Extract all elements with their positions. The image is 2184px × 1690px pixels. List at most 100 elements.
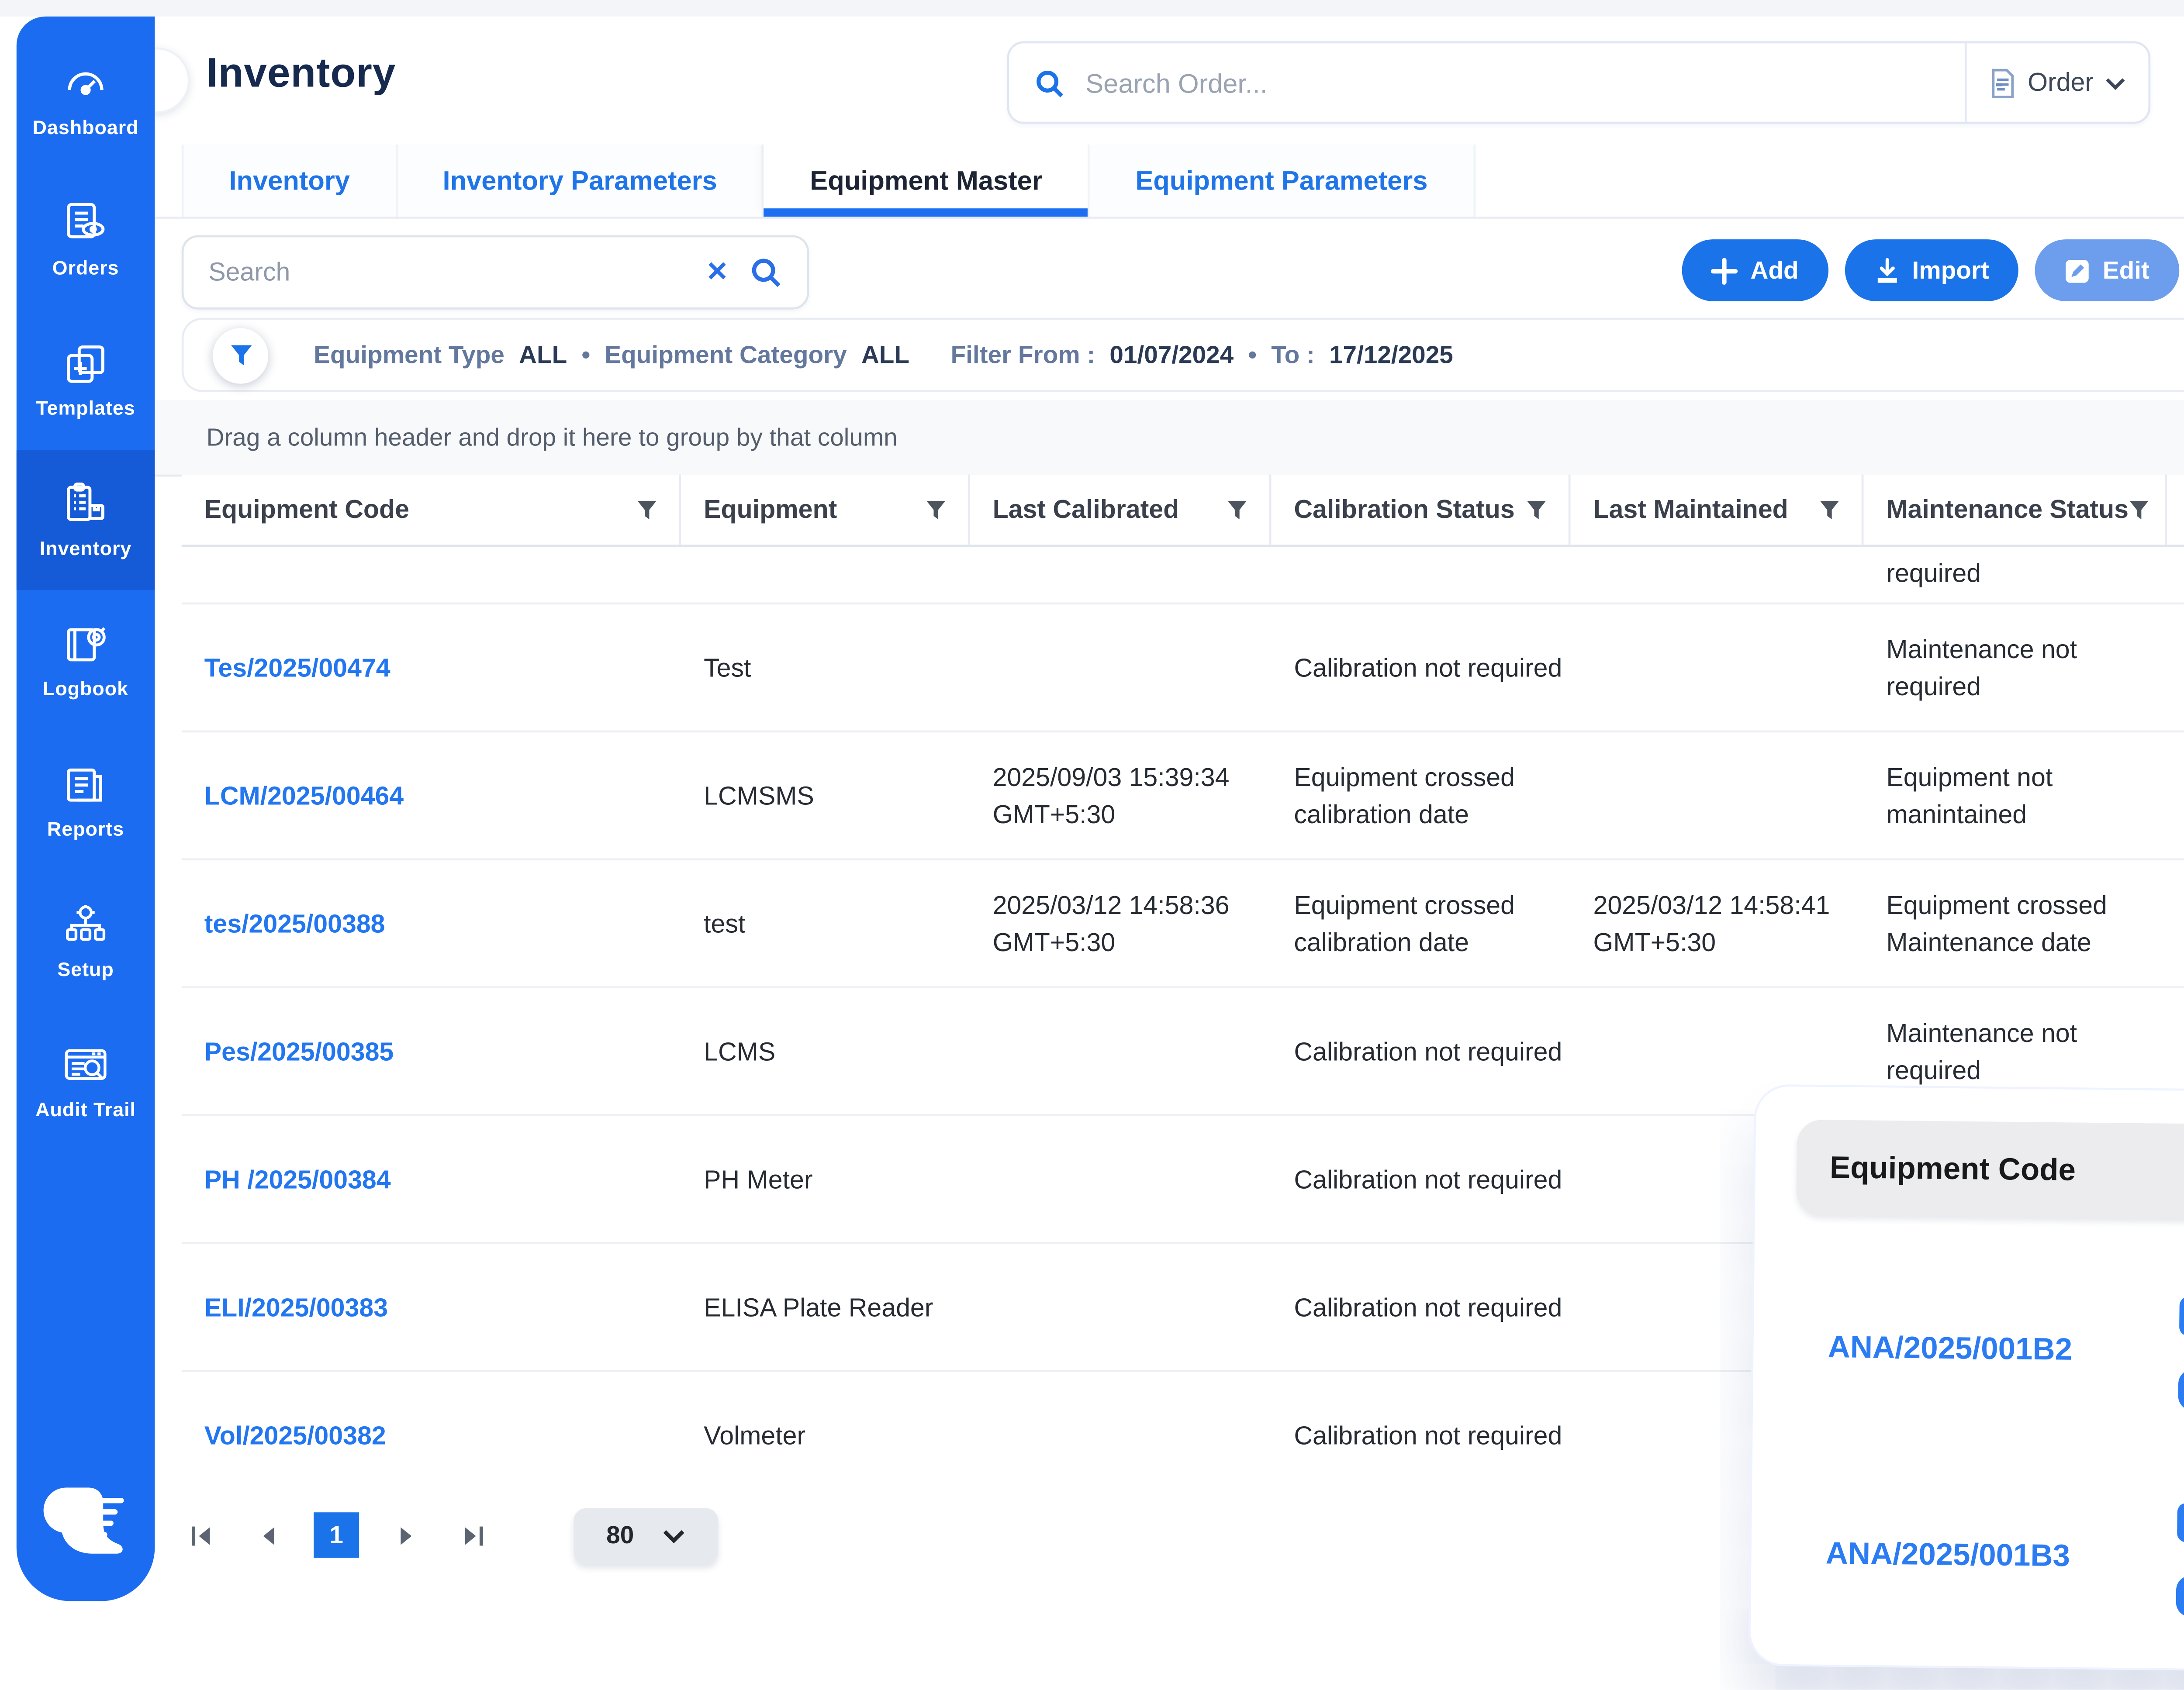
table-cell-calibration_status: Calibration not required (1271, 1244, 1570, 1370)
column-header[interactable]: Maintenance Status (1863, 475, 2167, 545)
table-cell-last_calibrated (970, 604, 1272, 730)
table-cell-calibration_status: Calibration not required (1271, 988, 1570, 1114)
sidebar-item-orders[interactable]: Orders (17, 169, 155, 309)
sidebar-item-inventory[interactable]: Inventory (17, 450, 155, 590)
calendar-icon (2173, 1493, 2184, 1547)
table-cell-equipment: Volmeter (681, 1372, 970, 1498)
edit-icon (2063, 257, 2090, 283)
table-row[interactable]: Tes/2025/00474TestCalibration not requir… (182, 604, 2184, 732)
sidebar-item-reports[interactable]: Reports (17, 731, 155, 871)
table-cell-equipment (681, 545, 970, 602)
reports-icon (60, 759, 111, 811)
edit-button[interactable]: Edit (2035, 239, 2178, 301)
equipment-code-link[interactable]: Pes/2025/00385 (204, 1033, 681, 1070)
table-cell-equipment: Test (681, 604, 970, 730)
group-by-dropzone[interactable]: Drag a column header and drop it here to… (155, 400, 2184, 477)
table-cell-maintenance_status: required (1863, 545, 2167, 602)
funnel-icon[interactable] (636, 498, 658, 521)
table-cell-calibration_status: Calibration not required (1271, 1116, 1570, 1242)
equipment-code-link[interactable]: ELI/2025/00383 (204, 1289, 681, 1326)
column-header[interactable]: Calibration Status (1271, 475, 1570, 545)
equipment-code-link[interactable]: Vol/2025/00382 (204, 1417, 681, 1454)
tab-inventory-parameters[interactable]: Inventory Parameters (397, 145, 765, 217)
import-button[interactable]: Import (1844, 239, 2018, 301)
equipment-code-link[interactable]: Tes/2025/00474 (204, 649, 681, 686)
orders-icon (60, 198, 111, 250)
table-cell-code: PH /2025/00384 (182, 1116, 681, 1242)
equipment-code-link[interactable]: LCM/2025/00464 (204, 777, 681, 814)
import-icon (1873, 257, 1900, 283)
table-header: Equipment CodeEquipmentLast CalibratedCa… (182, 475, 2184, 547)
sidebar-item-logbook[interactable]: Logbook (17, 590, 155, 730)
logbook-icon (60, 619, 111, 670)
table-cell-maintenance_status: Maintenance notrequired (1863, 604, 2167, 730)
equipment-code-link[interactable]: PH /2025/00384 (204, 1161, 681, 1198)
funnel-icon[interactable] (2129, 498, 2151, 521)
summary-col-calibration-status: Calibration Status (2164, 1153, 2184, 1193)
order-search-bar: Order (1007, 41, 2150, 124)
setup-icon (60, 900, 111, 951)
page-size-select[interactable]: 80 (574, 1507, 718, 1563)
table-cell-last_maintained (1570, 732, 1863, 858)
column-header[interactable]: Equipment Code (182, 475, 681, 545)
add-button[interactable]: Add (1683, 239, 1828, 301)
funnel-icon[interactable] (925, 498, 947, 521)
previous-page-button[interactable] (248, 1518, 285, 1552)
sidebar-item-label: Setup (57, 959, 114, 982)
table-cell-equipment: LCMS (681, 988, 970, 1114)
funnel-icon[interactable] (1525, 498, 1548, 521)
table-row[interactable]: tes/2025/00388test2025/03/12 14:58:36GMT… (182, 860, 2184, 988)
last-page-button[interactable] (454, 1518, 491, 1552)
table-cell-calibration_status (1271, 545, 1570, 602)
funnel-icon[interactable] (1818, 498, 1841, 521)
table-cell-last_calibrated (970, 1244, 1272, 1370)
chevron-down-icon (663, 1528, 685, 1542)
column-header[interactable]: Last Calibrated (970, 475, 1272, 545)
equipment-code-link[interactable]: ANA/2025/001B2 (1795, 1329, 2163, 1368)
table-row[interactable]: requiredGMT+5:30 (182, 545, 2184, 604)
table-cell-status: Active (2167, 732, 2184, 858)
page-size-value: 80 (606, 1521, 634, 1549)
table-cell-status (2167, 545, 2184, 602)
tab-equipment-master[interactable]: Equipment Master (764, 145, 1090, 217)
funnel-icon[interactable] (1226, 498, 1248, 521)
table-cell-last_calibrated (970, 545, 1272, 602)
search-icon[interactable] (749, 256, 782, 289)
column-header[interactable]: Status (2167, 475, 2184, 545)
table-row[interactable]: LCM/2025/00464LCMSMS2025/09/03 15:39:34G… (182, 732, 2184, 860)
filter-summary-bar: Equipment Type ALL • Equipment Category … (182, 318, 2184, 392)
next-page-button[interactable] (388, 1518, 425, 1552)
page-number-button[interactable]: 1 (314, 1512, 359, 1558)
clear-search-icon[interactable]: ✕ (706, 256, 729, 289)
table-cell-last_calibrated: 2025/03/12 14:58:36GMT+5:30 (970, 860, 1272, 986)
table-cell-calibration_status: Equipment crossedcalibration date (1271, 732, 1570, 858)
tab-inventory[interactable]: Inventory (182, 145, 397, 217)
inventory-icon (60, 479, 111, 530)
sidebar-item-setup[interactable]: Setup (17, 871, 155, 1011)
table-cell-code: ELI/2025/00383 (182, 1244, 681, 1370)
column-header[interactable]: Equipment (681, 475, 970, 545)
table-search-input[interactable] (183, 258, 706, 287)
equipment-code-link[interactable]: tes/2025/00388 (204, 905, 681, 942)
equipment-code-link[interactable]: ANA/2025/001B3 (1793, 1535, 2160, 1574)
sidebar-item-audit-trail[interactable]: Audit Trail (17, 1011, 155, 1151)
sidebar-item-label: Audit Trail (35, 1100, 136, 1122)
table-cell-last_maintained (1570, 545, 1863, 602)
tab-equipment-parameters[interactable]: Equipment Parameters (1090, 145, 1475, 217)
top-header: Inventory Order 672 Sudarshan Mukunth Ap… (155, 17, 2184, 145)
clock-icon (2172, 1571, 2184, 1621)
table-cell-last_calibrated (970, 1372, 1272, 1498)
order-type-dropdown[interactable]: Order (1965, 43, 2148, 122)
table-cell-last_calibrated: 2025/09/03 15:39:34GMT+5:30 (970, 732, 1272, 858)
table-cell-code: tes/2025/00388 (182, 860, 681, 986)
order-search-input[interactable] (1065, 67, 1965, 98)
funnel-icon (228, 341, 253, 368)
filter-button[interactable] (213, 327, 269, 383)
first-page-button[interactable] (182, 1518, 219, 1552)
table-cell-code: LCM/2025/00464 (182, 732, 681, 858)
sidebar-item-templates[interactable]: Templates (17, 310, 155, 450)
sidebar-item-dashboard[interactable]: Dashboard (17, 29, 155, 169)
summary-row: ANA/2025/001B3 Jun-25-2026 10:30:20 Main… (1792, 1454, 2184, 1666)
table-cell-status: Active (2167, 604, 2184, 730)
column-header[interactable]: Last Maintained (1570, 475, 1863, 545)
